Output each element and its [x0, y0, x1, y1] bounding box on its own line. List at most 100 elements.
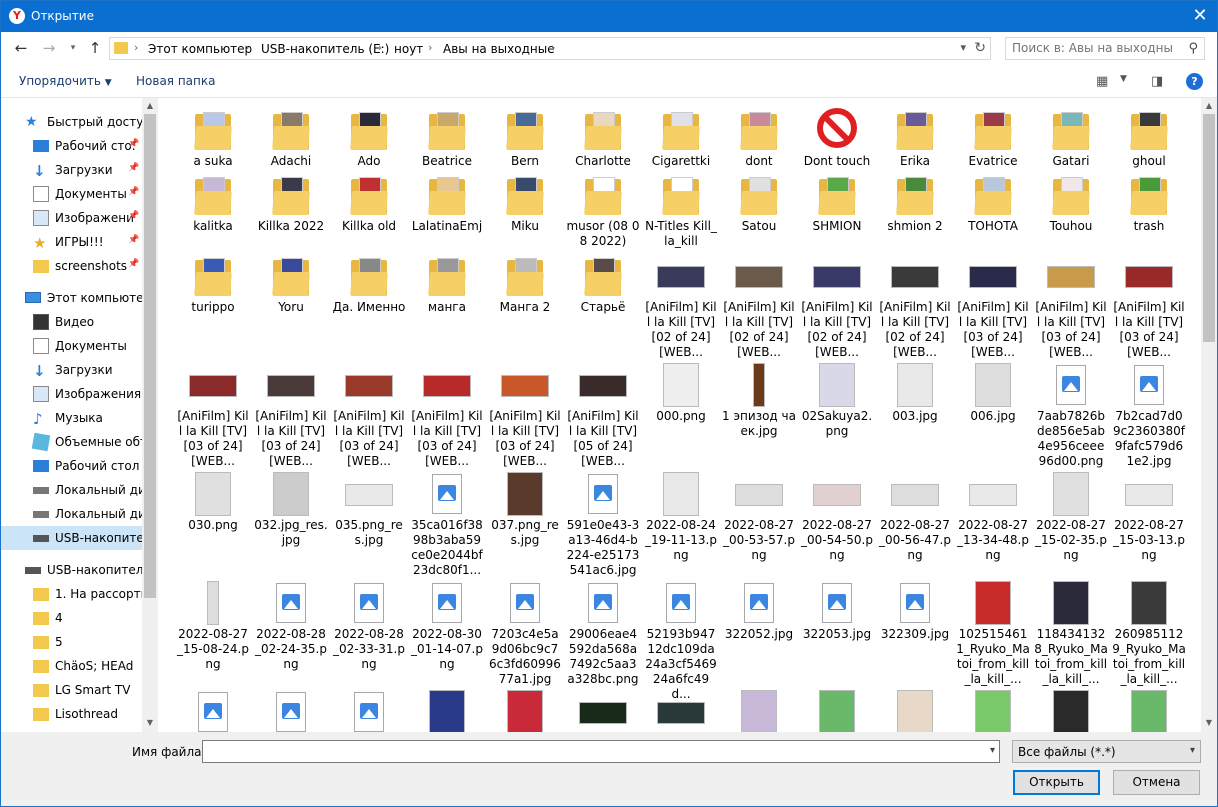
address-dropdown-icon[interactable]: ▾: [960, 41, 966, 54]
nav-item[interactable]: Lisothread: [1, 702, 142, 726]
file-item[interactable]: 35ca016f3898b3aba59ce0e2044bf23dc80f1...: [409, 470, 485, 578]
nav-item[interactable]: ↓ Загрузки: [1, 358, 142, 382]
nav-item[interactable]: 5: [1, 630, 142, 654]
file-item[interactable]: [AniFilm] Kill la Kill [TV] [03 of 24] […: [409, 361, 485, 469]
file-grid-scrollbar[interactable]: ▲ ▼: [1201, 98, 1217, 732]
nav-item[interactable]: Рабочий сто. 📌: [1, 134, 142, 158]
nav-item[interactable]: ★ Быстрый доступ: [1, 110, 151, 134]
file-item[interactable]: 2022-08-27_00-53-57.png: [721, 470, 797, 563]
nav-item[interactable]: Локальный дис: [1, 478, 152, 502]
breadcrumb-this-pc[interactable]: Этот компьютер: [148, 42, 252, 56]
scroll-up-icon[interactable]: ▲: [1203, 99, 1215, 113]
file-item[interactable]: [487, 688, 563, 732]
file-item[interactable]: Dont touch: [799, 106, 875, 169]
scroll-up-icon[interactable]: ▲: [144, 99, 156, 113]
organize-button[interactable]: Упорядочить ▼: [19, 74, 112, 88]
folder-item[interactable]: Да. Именно: [331, 252, 407, 315]
scroll-down-icon[interactable]: ▼: [1203, 716, 1215, 730]
file-item[interactable]: 2022-08-27_00-54-50.png: [799, 470, 875, 563]
folder-item[interactable]: Killka old: [331, 171, 407, 234]
file-item[interactable]: [AniFilm] Kill la Kill [TV] [03 of 24] […: [1033, 252, 1109, 360]
nav-item[interactable]: Локальный дис: [1, 502, 152, 526]
folder-item[interactable]: LalatinaEmj: [409, 171, 485, 234]
view-options-chevron-icon[interactable]: ▼: [1120, 74, 1127, 84]
nav-item[interactable]: Видео: [1, 310, 142, 334]
file-item[interactable]: 000.png: [643, 361, 719, 424]
folder-item[interactable]: Miku: [487, 171, 563, 234]
file-item[interactable]: 2022-08-27_15-08-24.png: [175, 579, 251, 672]
nav-item[interactable]: Этот компьютер: [1, 286, 151, 310]
nav-item[interactable]: ChäoS; HEAd: [1, 654, 142, 678]
file-item[interactable]: 2022-08-30_01-14-07.png: [409, 579, 485, 672]
folder-item[interactable]: SHMION: [799, 171, 875, 234]
nav-item[interactable]: USB-накопитель: [1, 558, 151, 582]
folder-item[interactable]: манга: [409, 252, 485, 315]
search-box[interactable]: ⚲: [1005, 37, 1205, 60]
forward-arrow-icon[interactable]: →: [39, 38, 59, 58]
file-item[interactable]: 037.png_res.jpg: [487, 470, 563, 548]
address-bar[interactable]: › Этот компьютер › USB-накопитель (E:) ›…: [109, 37, 991, 60]
nav-item[interactable]: ♪ Музыка: [1, 406, 142, 430]
nav-item[interactable]: Объемные объ: [1, 430, 149, 454]
folder-item[interactable]: Killka 2022: [253, 171, 329, 234]
file-item[interactable]: 2022-08-28_02-24-35.png: [253, 579, 329, 672]
folder-item[interactable]: Satou: [721, 171, 797, 234]
folder-item[interactable]: musor (08 08 2022): [565, 171, 641, 249]
file-item[interactable]: 2022-08-28_02-33-31.png: [331, 579, 407, 672]
folder-item[interactable]: Манга 2: [487, 252, 563, 315]
nav-item[interactable]: 4: [1, 606, 142, 630]
folder-item[interactable]: a suka: [175, 106, 251, 169]
file-item[interactable]: [AniFilm] Kill la Kill [TV] [02 of 24] […: [643, 252, 719, 360]
file-item[interactable]: 1184341328_Ryuko_Matoi_from_kill_la_kill…: [1033, 579, 1109, 687]
file-item[interactable]: 7aab7826bde856e5ab4e956ceee96d00.png: [1033, 361, 1109, 469]
preview-pane-icon[interactable]: ◨: [1151, 74, 1163, 89]
folder-item[interactable]: shmion 2: [877, 171, 953, 234]
file-item[interactable]: [AniFilm] Kill la Kill [TV] [03 of 24] […: [487, 361, 563, 469]
folder-item[interactable]: Touhou: [1033, 171, 1109, 234]
file-item[interactable]: 2022-08-27_00-56-47.png: [877, 470, 953, 563]
file-item[interactable]: 29006eae4592da568a7492c5aa3a328bc.png: [565, 579, 641, 687]
view-options-icon[interactable]: ▦: [1096, 74, 1108, 89]
file-item[interactable]: [253, 688, 329, 732]
folder-item[interactable]: dont: [721, 106, 797, 169]
file-item[interactable]: 003.jpg: [877, 361, 953, 424]
file-item[interactable]: [AniFilm] Kill la Kill [TV] [03 of 24] […: [175, 361, 251, 469]
refresh-icon[interactable]: ↻: [974, 40, 986, 56]
folder-item[interactable]: Charlotte: [565, 106, 641, 169]
open-button[interactable]: Открыть: [1013, 770, 1100, 795]
file-item[interactable]: [AniFilm] Kill la Kill [TV] [05 of 24] […: [565, 361, 641, 469]
folder-item[interactable]: trash: [1111, 171, 1187, 234]
breadcrumb-noteboook[interactable]: ноут: [394, 42, 423, 56]
folder-item[interactable]: turippo: [175, 252, 251, 315]
file-item[interactable]: 032.jpg_res.jpg: [253, 470, 329, 548]
file-item[interactable]: [877, 688, 953, 732]
navigation-scrollbar[interactable]: ▲ ▼: [142, 98, 158, 732]
file-item[interactable]: [AniFilm] Kill la Kill [TV] [03 of 24] […: [331, 361, 407, 469]
nav-item[interactable]: USB-накопител: [1, 526, 151, 550]
file-item[interactable]: 1 эпизод чаек.jpg: [721, 361, 797, 439]
file-item[interactable]: [643, 688, 719, 732]
nav-item[interactable]: Изображения: [1, 382, 142, 406]
nav-item[interactable]: ★ ИГРЫ!!! 📌: [1, 230, 142, 254]
file-item[interactable]: 02Sakuya2.png: [799, 361, 875, 439]
nav-item[interactable]: Рабочий стол: [1, 454, 142, 478]
file-item[interactable]: [AniFilm] Kill la Kill [TV] [02 of 24] […: [799, 252, 875, 360]
folder-item[interactable]: Cigarettki: [643, 106, 719, 169]
file-item[interactable]: 2609851129_Ryuko_Matoi_from_kill_la_kill…: [1111, 579, 1187, 687]
folder-item[interactable]: Yoru: [253, 252, 329, 315]
scrollbar-thumb[interactable]: [144, 114, 156, 598]
cancel-button[interactable]: Отмена: [1113, 770, 1200, 795]
folder-item[interactable]: Beatrice: [409, 106, 485, 169]
file-item[interactable]: 2022-08-24_19-11-13.png: [643, 470, 719, 563]
folder-item[interactable]: Gatari: [1033, 106, 1109, 169]
search-input[interactable]: [1012, 41, 1172, 55]
folder-item[interactable]: Erika: [877, 106, 953, 169]
file-item[interactable]: [955, 688, 1031, 732]
file-item[interactable]: 7b2cad7d09c2360380f9fafc579d61e2.jpg: [1111, 361, 1187, 469]
file-item[interactable]: [AniFilm] Kill la Kill [TV] [03 of 24] […: [253, 361, 329, 469]
file-item[interactable]: [AniFilm] Kill la Kill [TV] [02 of 24] […: [721, 252, 797, 360]
file-item[interactable]: [1033, 688, 1109, 732]
file-item[interactable]: [721, 688, 797, 732]
nav-item[interactable]: screenshots 📌: [1, 254, 142, 278]
folder-item[interactable]: N-Titles Kill_la_kill: [643, 171, 719, 249]
